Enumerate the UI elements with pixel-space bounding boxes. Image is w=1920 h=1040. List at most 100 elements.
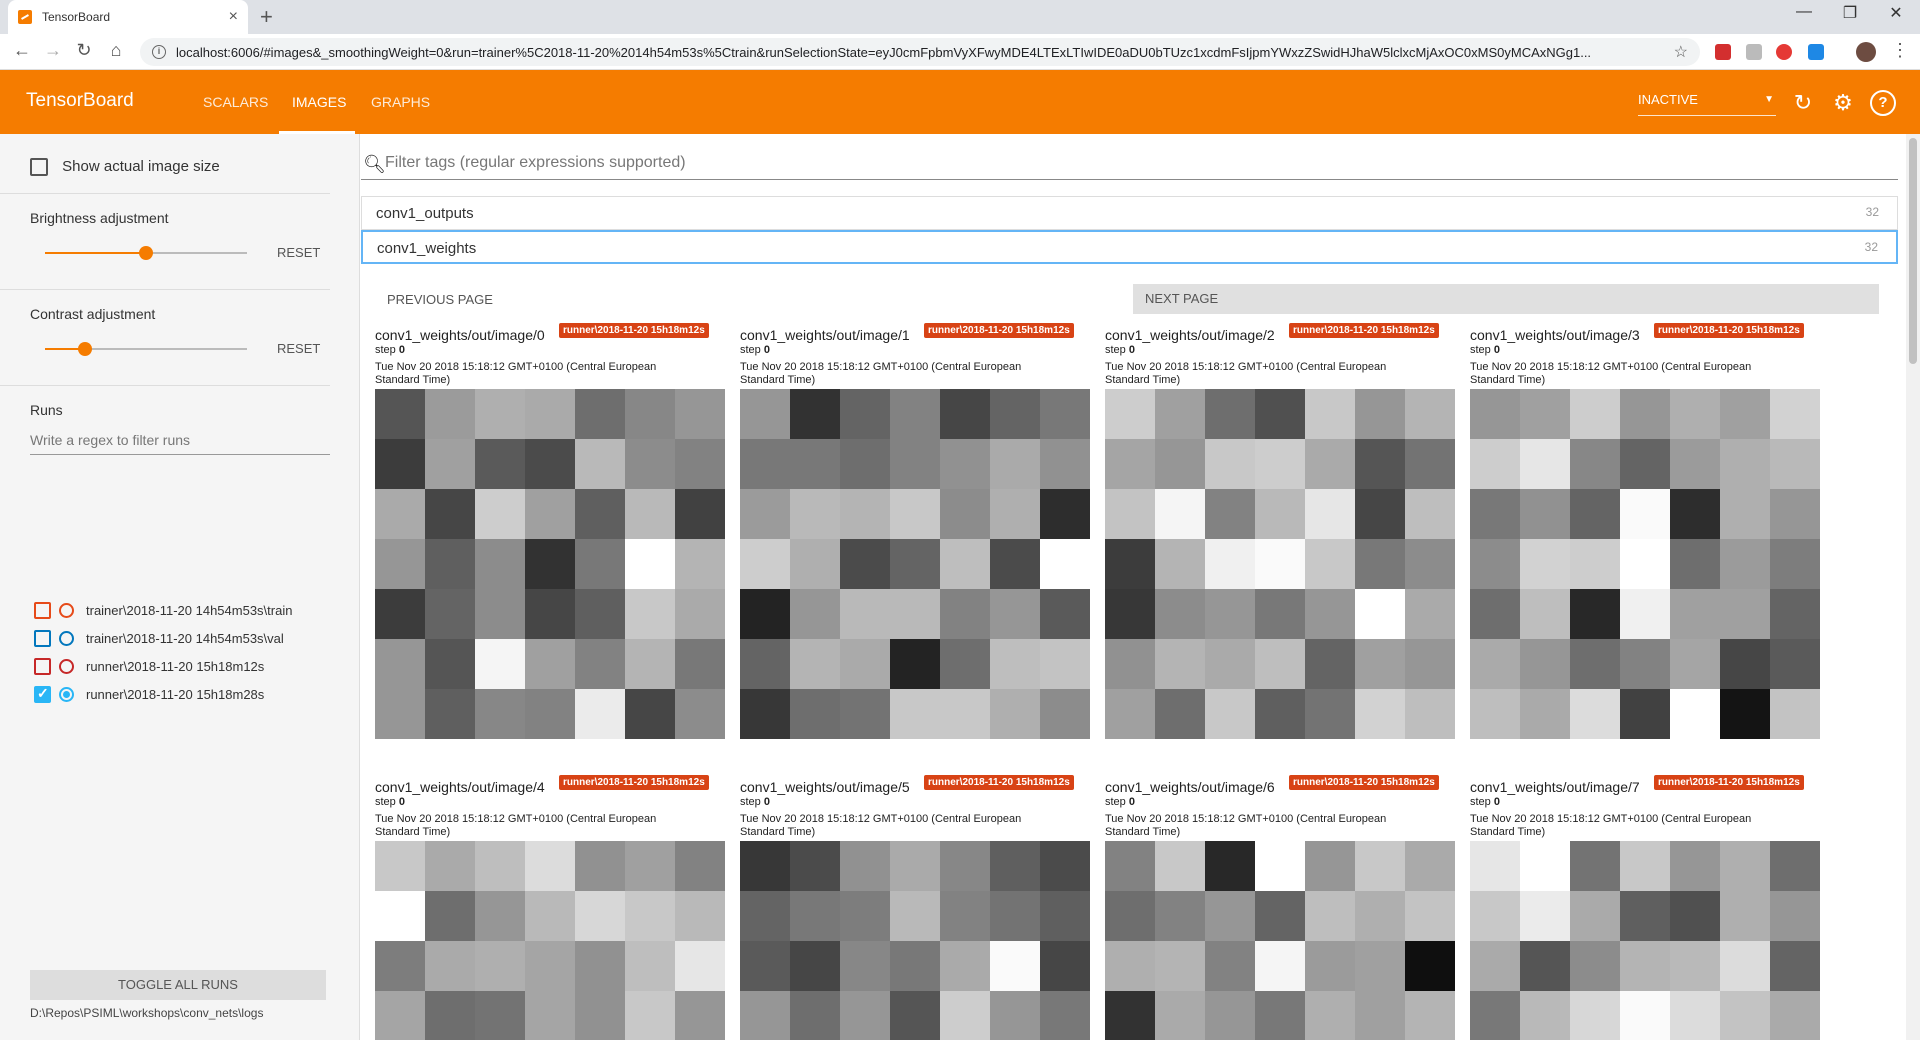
profile-avatar[interactable] — [1856, 42, 1876, 62]
run-checkbox[interactable] — [34, 685, 51, 703]
runs-filter-input[interactable]: Write a regex to filter runs — [30, 432, 330, 455]
image-pixel — [990, 841, 1040, 891]
run-radio[interactable] — [59, 630, 74, 646]
image-pixel — [940, 439, 990, 489]
image-pixel — [1520, 891, 1570, 941]
contrast-slider-knob[interactable] — [78, 342, 93, 356]
image-pixel — [990, 539, 1040, 589]
image-pixel — [475, 689, 525, 739]
weight-image[interactable] — [740, 389, 1090, 739]
address-bar[interactable]: i localhost:6006/#images&_smoothingWeigh… — [140, 38, 1700, 66]
brightness-slider-knob[interactable] — [139, 246, 153, 260]
close-tab-icon[interactable]: × — [229, 8, 238, 26]
tag-group-conv1-weights[interactable]: conv1_weights 32 — [361, 230, 1898, 264]
image-pixel — [1355, 639, 1405, 689]
run-checkbox[interactable] — [34, 629, 51, 647]
image-pixel — [1470, 589, 1520, 639]
forward-arrow-icon[interactable]: → — [41, 40, 65, 61]
next-page-button[interactable]: NEXT PAGE — [1133, 284, 1879, 314]
tag-count: 32 — [1864, 240, 1878, 254]
image-pixel — [1620, 389, 1670, 439]
minimize-window-button[interactable]: — — [1784, 3, 1824, 21]
step-label: step — [375, 796, 396, 808]
run-item[interactable]: trainer\2018-11-20 14h54m53s\train — [34, 600, 292, 620]
weight-image[interactable] — [375, 841, 725, 1040]
tag-name: conv1_outputs — [376, 205, 474, 222]
image-pixel — [425, 439, 475, 489]
maximize-window-button[interactable]: ❐ — [1830, 3, 1870, 23]
tab-images[interactable]: IMAGES — [292, 70, 346, 134]
tag-filter[interactable]: 🔍︎ Filter tags (regular expressions supp… — [361, 152, 1898, 180]
browser-menu-icon[interactable]: ⋮ — [1888, 40, 1912, 61]
weight-image[interactable] — [1470, 389, 1820, 739]
run-checkbox[interactable] — [34, 601, 51, 619]
image-pixel — [1570, 891, 1620, 941]
reload-data-icon[interactable]: ↻ — [1790, 90, 1816, 116]
gmail-extension-icon[interactable] — [1715, 44, 1731, 60]
show-actual-size-toggle[interactable]: Show actual image size — [30, 158, 220, 177]
run-radio[interactable] — [59, 602, 74, 618]
close-window-button[interactable]: ✕ — [1876, 3, 1916, 23]
image-pixel — [990, 439, 1040, 489]
windows-extension-icon[interactable] — [1808, 44, 1824, 60]
new-tab-button[interactable]: + — [260, 4, 273, 30]
rss-extension-icon[interactable] — [1746, 44, 1762, 60]
weight-image[interactable] — [375, 389, 725, 739]
brightness-slider[interactable] — [45, 246, 247, 260]
weight-image[interactable] — [740, 841, 1090, 1040]
run-item[interactable]: runner\2018-11-20 15h18m28s — [34, 684, 264, 704]
site-info-icon[interactable]: i — [152, 45, 166, 59]
previous-page-button[interactable]: PREVIOUS PAGE — [387, 292, 493, 307]
weight-image[interactable] — [1105, 389, 1455, 739]
help-icon[interactable]: ? — [1870, 90, 1896, 116]
image-pixel — [890, 439, 940, 489]
run-checkbox[interactable] — [34, 657, 51, 675]
main-content: 🔍︎ Filter tags (regular expressions supp… — [361, 134, 1906, 1040]
run-item[interactable]: trainer\2018-11-20 14h54m53s\val — [34, 628, 284, 648]
scrollbar-thumb[interactable] — [1909, 138, 1917, 364]
tab-graphs[interactable]: GRAPHS — [371, 70, 430, 134]
image-pixel — [940, 941, 990, 991]
back-arrow-icon[interactable]: ← — [10, 40, 34, 61]
scrollbar[interactable] — [1906, 134, 1920, 1040]
brightness-reset-button[interactable]: RESET — [277, 245, 320, 260]
reload-icon[interactable]: ↻ — [72, 40, 96, 61]
image-pixel — [1670, 489, 1720, 539]
run-radio[interactable] — [59, 686, 74, 702]
home-icon[interactable]: ⌂ — [104, 40, 128, 61]
tag-group-conv1-outputs[interactable]: conv1_outputs 32 — [361, 196, 1898, 230]
step-value: 0 — [1493, 344, 1500, 356]
image-pixel — [740, 489, 790, 539]
weight-image[interactable] — [1105, 841, 1455, 1040]
image-pixel — [1470, 991, 1520, 1040]
settings-gear-icon[interactable]: ⚙ — [1830, 90, 1856, 116]
weight-image[interactable] — [1470, 841, 1820, 1040]
image-pixel — [1720, 439, 1770, 489]
image-card-title: conv1_weights/out/image/7 — [1470, 779, 1640, 795]
step-info: step 0 — [1105, 344, 1135, 356]
image-pixel — [1770, 689, 1820, 739]
run-item[interactable]: runner\2018-11-20 15h18m12s — [34, 656, 264, 676]
contrast-slider[interactable] — [45, 342, 247, 356]
image-pixel — [1305, 439, 1355, 489]
opera-extension-icon[interactable] — [1776, 44, 1792, 60]
run-radio[interactable] — [59, 658, 74, 674]
tag-filter-placeholder: Filter tags (regular expressions support… — [385, 154, 686, 171]
image-pixel — [1305, 389, 1355, 439]
image-pixel — [375, 941, 425, 991]
toggle-all-runs-button[interactable]: TOGGLE ALL RUNS — [30, 970, 326, 1000]
contrast-title: Contrast adjustment — [30, 306, 156, 322]
show-actual-size-checkbox[interactable] — [30, 158, 48, 177]
bookmark-star-icon[interactable]: ☆ — [1674, 42, 1688, 62]
image-pixel — [625, 841, 675, 891]
brightness-slider-fill — [45, 252, 146, 254]
dashboard-select[interactable]: INACTIVE ▼ — [1638, 92, 1776, 116]
image-pixel — [375, 439, 425, 489]
browser-tab[interactable]: TensorBoard × — [8, 0, 248, 34]
image-pixel — [1205, 891, 1255, 941]
contrast-reset-button[interactable]: RESET — [277, 341, 320, 356]
tab-scalars[interactable]: SCALARS — [203, 70, 268, 134]
image-pixel — [1155, 589, 1205, 639]
url-text[interactable]: localhost:6006/#images&_smoothingWeight=… — [176, 45, 1666, 60]
timestamp: Tue Nov 20 2018 15:18:12 GMT+0100 (Centr… — [1105, 813, 1387, 838]
